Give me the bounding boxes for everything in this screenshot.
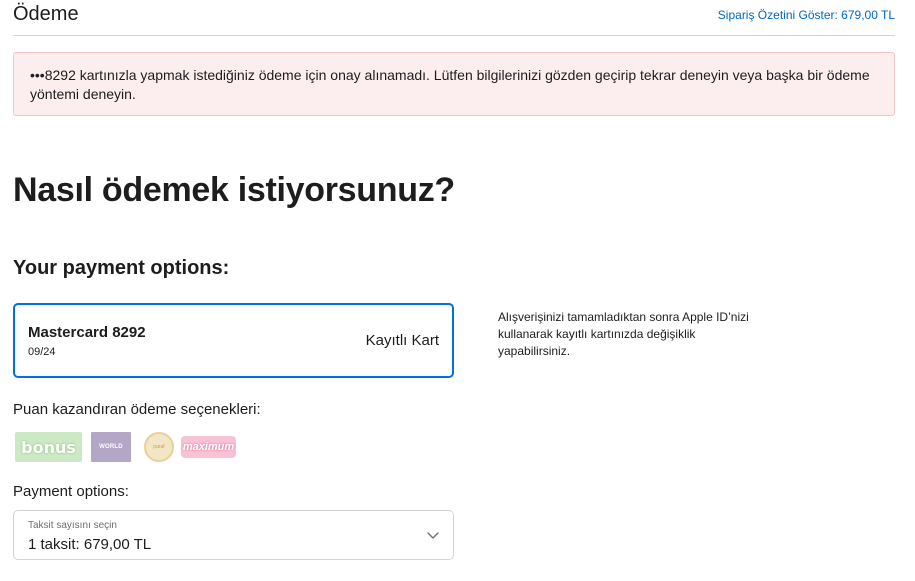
points-options-label: Puan kazandıran ödeme seçenekleri: (13, 401, 261, 418)
payment-options-title: Your payment options: (13, 257, 230, 279)
checkout-header: Ödeme Sipariş Özetini Göster: 679,00 TL (13, 0, 895, 36)
apple-id-note: Alışverişinizi tamamladıktan sonra Apple… (498, 310, 749, 358)
installment-value: 1 taksit: 679,00 TL (28, 536, 152, 553)
chevron-down-icon (427, 532, 439, 539)
page-title: Nasıl ödemek istiyorsunuz? (13, 171, 455, 209)
bonus-logo: bonus (15, 432, 82, 462)
saved-card-option[interactable]: Mastercard 8292 09/24 Kayıtlı Kart (13, 303, 454, 378)
installment-select[interactable]: Taksit sayısını seçin 1 taksit: 679,00 T… (13, 510, 454, 560)
installment-options-label: Payment options: (13, 483, 129, 500)
payment-error-alert: •••8292 kartınızla yapmak istediğiniz öd… (13, 52, 895, 116)
card-name: Mastercard 8292 (28, 324, 146, 341)
maximum-logo: maximum (181, 436, 236, 458)
world-logo: WORLD (91, 432, 131, 462)
card-type-label: Kayıtlı Kart (365, 332, 439, 349)
page-header-title: Ödeme (13, 3, 79, 25)
paraf-logo: paraf (144, 432, 174, 462)
installment-caption: Taksit sayısını seçin (28, 520, 117, 531)
order-summary-link[interactable]: Sipariş Özetini Göster: 679,00 TL (718, 8, 895, 22)
alert-message: •••8292 kartınızla yapmak istediğiniz öd… (30, 67, 870, 102)
card-expiry: 09/24 (28, 346, 56, 358)
